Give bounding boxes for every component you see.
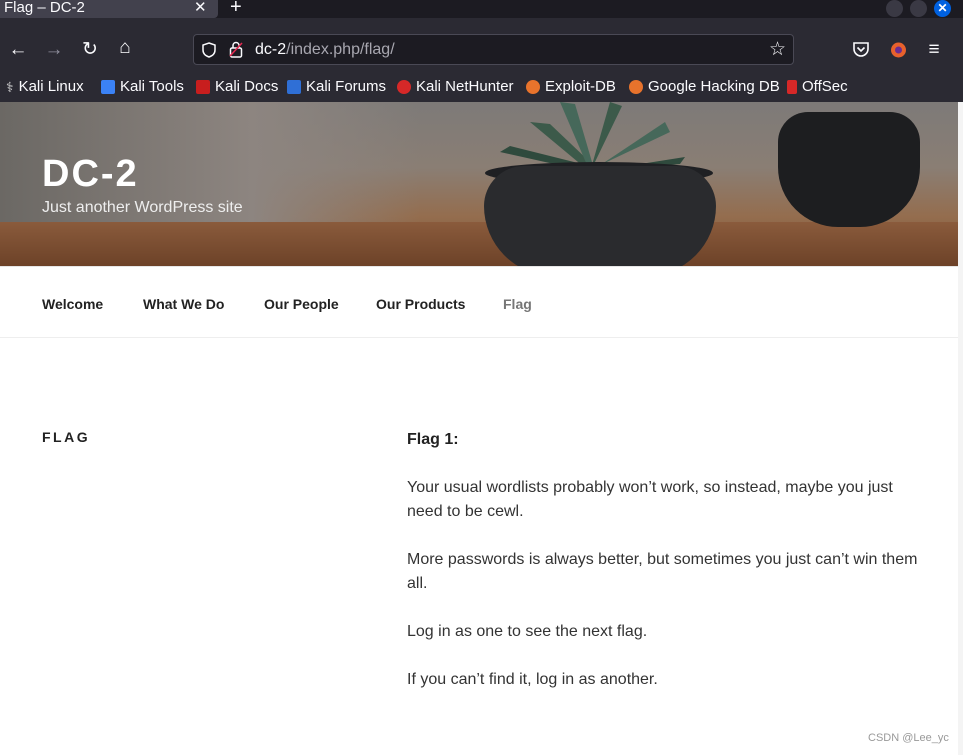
bookmarks-toolbar: ⚕ Kali Linux Kali Tools Kali Docs Kali F… — [0, 78, 963, 102]
bookmark-offsec[interactable]: OffSec — [787, 77, 848, 97]
tab-strip: Flag – DC-2 ✕ + ✕ — [0, 0, 963, 18]
page-title: FLAG — [42, 429, 91, 445]
kali-tools-icon — [101, 80, 115, 94]
bookmark-star-icon[interactable]: ☆ — [769, 38, 786, 61]
minimize-window-button[interactable] — [886, 0, 903, 17]
content-paragraph: More passwords is always better, but som… — [407, 551, 918, 592]
bookmark-label: Kali NetHunter — [416, 78, 514, 95]
bookmark-label: Google Hacking DB — [648, 78, 780, 95]
page-scrollbar[interactable] — [958, 102, 963, 755]
bookmark-kali-forums[interactable]: Kali Forums — [287, 77, 386, 97]
nav-item-our-products[interactable]: Our Products — [376, 295, 465, 313]
bookmark-kali-linux[interactable]: ⚕ Kali Linux — [6, 77, 84, 97]
site-title-link[interactable]: DC-2 — [42, 152, 139, 196]
header-table-surface — [0, 222, 958, 266]
bookmark-label: Kali Docs — [215, 78, 279, 95]
site-header: DC-2 Just another WordPress site — [0, 102, 958, 266]
flag-heading: Flag 1: — [407, 431, 459, 448]
ghdb-icon — [629, 80, 643, 94]
navigation-toolbar: ← → ↻ ⌂ dc-2/index.php/flag/ ☆ ≡ — [0, 18, 963, 82]
url-host: dc-2 — [255, 41, 287, 58]
reload-icon[interactable]: ↻ — [78, 40, 102, 60]
bookmark-label: Kali Linux — [18, 78, 84, 95]
watermark: CSDN @Lee_yc — [868, 732, 949, 744]
nav-item-what-we-do[interactable]: What We Do — [143, 295, 224, 313]
back-icon[interactable]: ← — [6, 40, 30, 60]
tab-title: Flag – DC-2 — [4, 0, 85, 16]
header-pot-background — [778, 112, 920, 227]
close-tab-icon[interactable]: ✕ — [194, 0, 207, 17]
forward-icon[interactable]: → — [42, 40, 66, 60]
header-pot — [484, 166, 716, 266]
pocket-icon[interactable] — [852, 41, 870, 58]
address-bar[interactable]: dc-2/index.php/flag/ ☆ — [193, 34, 794, 65]
content-paragraph: Log in as one to see the next flag. — [407, 623, 648, 640]
insecure-lock-icon[interactable] — [229, 41, 243, 58]
maximize-window-button[interactable] — [910, 0, 927, 17]
close-window-button[interactable]: ✕ — [934, 0, 951, 17]
bookmark-kali-docs[interactable]: Kali Docs — [196, 77, 278, 97]
entry-content: Flag 1: Your usual wordlists probably wo… — [407, 428, 927, 716]
nav-item-welcome[interactable]: Welcome — [42, 295, 103, 313]
home-icon[interactable]: ⌂ — [113, 38, 137, 58]
nav-item-flag[interactable]: Flag — [503, 295, 532, 313]
bookmark-kali-tools[interactable]: Kali Tools — [101, 77, 184, 97]
menu-hamburger-icon[interactable]: ≡ — [922, 40, 946, 60]
nethunter-icon — [397, 80, 411, 94]
exploit-db-icon — [526, 80, 540, 94]
url-path: /index.php/flag/ — [286, 41, 395, 58]
bookmark-label: Kali Forums — [306, 78, 387, 95]
bookmark-kali-nethunter[interactable]: Kali NetHunter — [397, 77, 514, 97]
shield-icon[interactable] — [202, 42, 216, 58]
offsec-icon — [787, 80, 797, 94]
url-text[interactable]: dc-2/index.php/flag/ — [255, 41, 395, 59]
bookmark-label: Kali Tools — [120, 78, 184, 95]
kali-forums-icon — [287, 80, 301, 94]
active-tab[interactable]: Flag – DC-2 ✕ — [0, 0, 218, 18]
main-navigation: Welcome What We Do Our People Our Produc… — [0, 266, 958, 338]
bookmark-google-hacking-db[interactable]: Google Hacking DB — [629, 77, 780, 97]
kali-icon: ⚕ — [6, 79, 14, 95]
extension-icon[interactable] — [889, 40, 908, 59]
bookmark-label: Exploit-DB — [545, 78, 616, 95]
nav-item-our-people[interactable]: Our People — [264, 295, 339, 313]
site-description: Just another WordPress site — [42, 199, 243, 216]
new-tab-icon[interactable]: + — [230, 0, 242, 18]
bookmark-exploit-db[interactable]: Exploit-DB — [526, 77, 616, 97]
content-paragraph: Your usual wordlists probably won’t work… — [407, 479, 893, 520]
content-paragraph: If you can’t find it, log in as another. — [407, 671, 658, 688]
kali-docs-icon — [196, 80, 210, 94]
bookmark-label: OffSec — [802, 78, 848, 95]
